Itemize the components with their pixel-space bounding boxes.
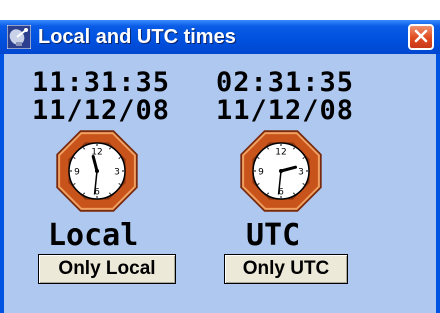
clock-numeral: 12 xyxy=(275,148,286,158)
local-label: Local xyxy=(48,218,139,253)
clock-hub xyxy=(95,169,99,173)
app-window: Local and UTC times 11:31:35 11/12/08 12… xyxy=(0,20,440,313)
clock-hub xyxy=(279,169,283,173)
title-bar[interactable]: Local and UTC times xyxy=(0,20,440,54)
close-button[interactable] xyxy=(408,24,434,50)
utc-label: UTC xyxy=(246,218,301,253)
local-date: 11/12/08 xyxy=(32,95,171,126)
clock-numeral: 9 xyxy=(74,168,80,178)
utc-time: 02:31:35 xyxy=(216,67,355,98)
utc-clock-icon: 12369 xyxy=(240,130,322,212)
close-icon xyxy=(414,28,428,47)
local-time: 11:31:35 xyxy=(32,67,171,98)
clock-numeral: 3 xyxy=(298,168,304,178)
clock-numeral: 3 xyxy=(114,168,120,178)
window-title: Local and UTC times xyxy=(38,26,236,48)
satellite-dish-icon xyxy=(6,24,32,50)
clock-numeral: 9 xyxy=(258,168,264,178)
only-utc-button[interactable]: Only UTC xyxy=(224,254,348,284)
utc-date: 11/12/08 xyxy=(216,95,355,126)
only-local-button[interactable]: Only Local xyxy=(38,254,176,284)
local-clock-icon: 12369 xyxy=(56,130,138,212)
client-area: 11:31:35 11/12/08 12 3 6 9 Local Only Local… xyxy=(4,54,436,313)
